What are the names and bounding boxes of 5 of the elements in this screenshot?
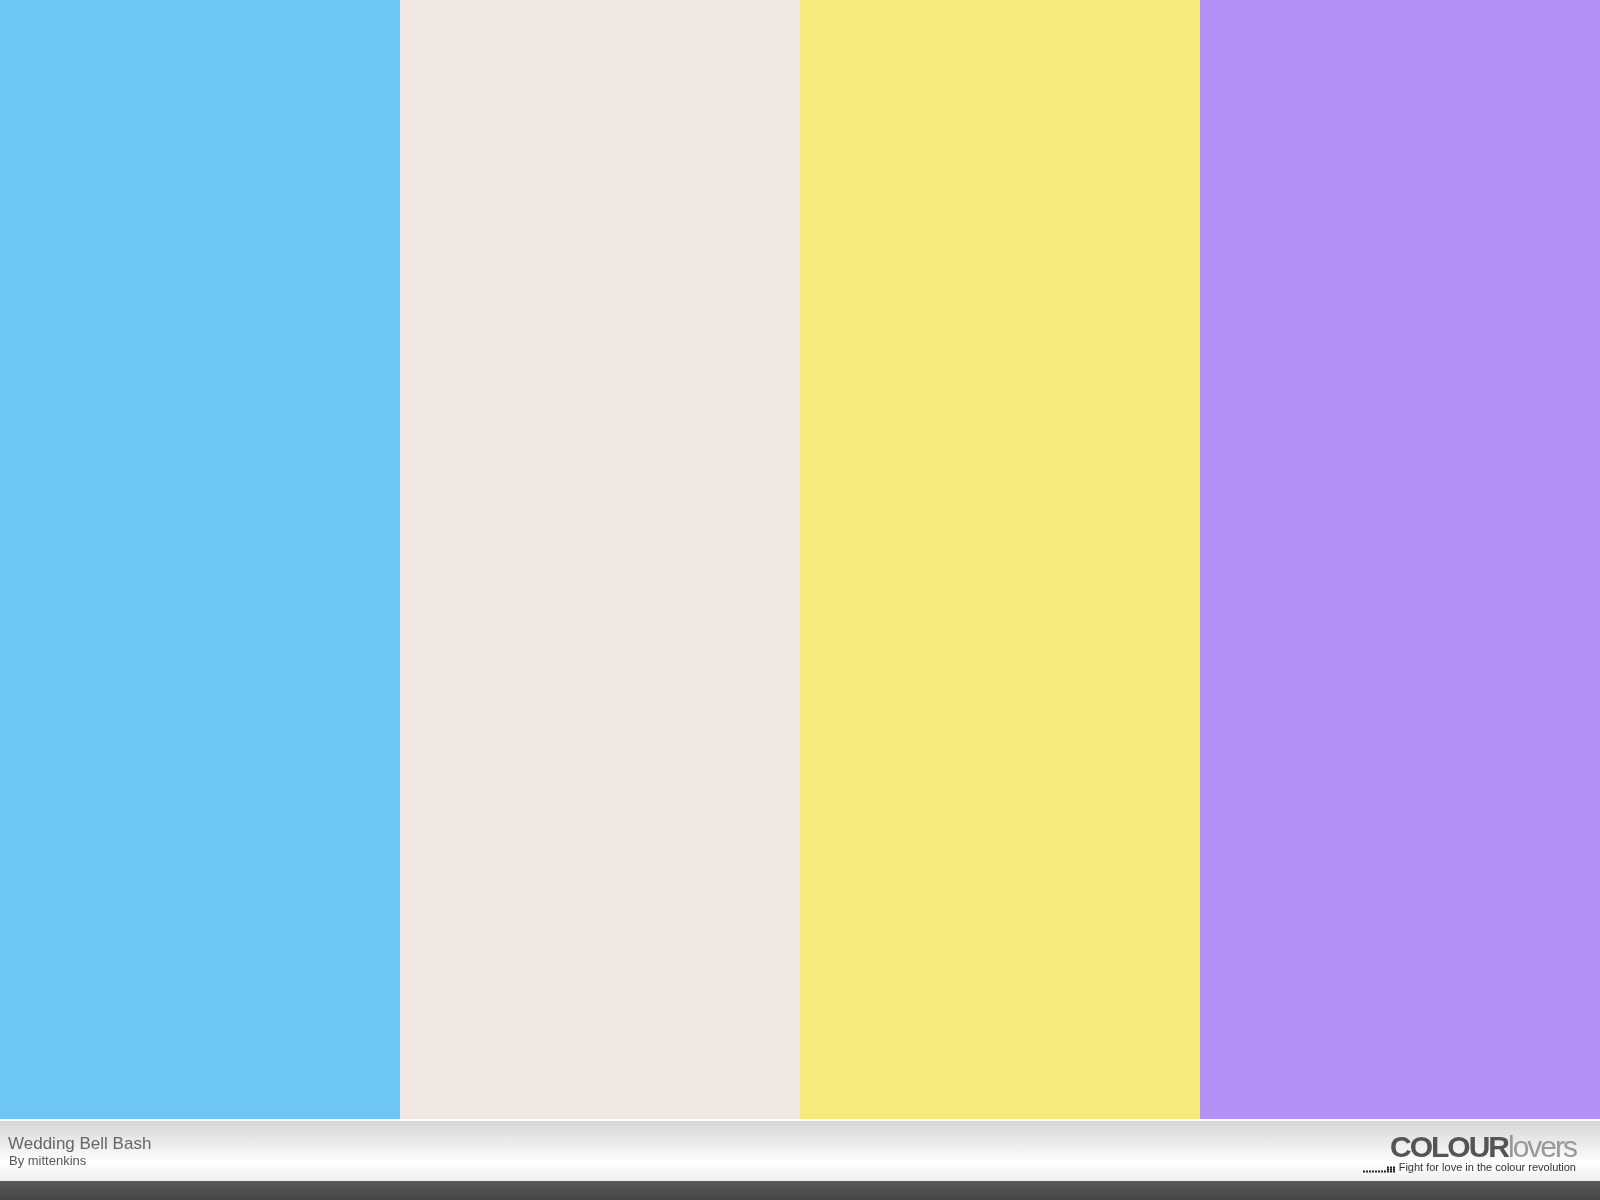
palette-author: By mittenkins [8,1153,88,1168]
palette-title: Wedding Bell Bash [8,1135,152,1154]
logo-tagline: Fight for love in the colour revolution [1398,1162,1576,1173]
logo-wordmark: COLOURlovers [1389,1132,1576,1162]
dotted-line-icon [1362,1165,1395,1173]
